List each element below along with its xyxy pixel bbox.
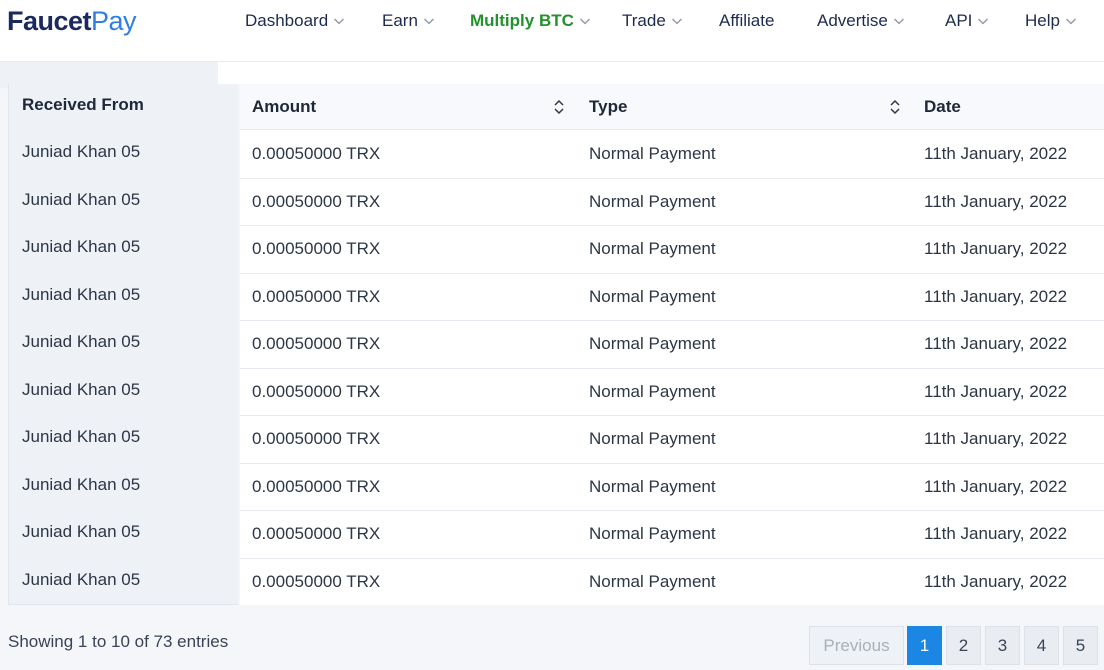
cell-date: 11th January, 2022 [924, 144, 1068, 163]
column-header-received-from[interactable]: Received From [22, 95, 144, 115]
nav-item-earn[interactable]: Earn [382, 11, 435, 31]
cell-received-from: Juniad Khan 05 [22, 332, 141, 351]
cell-type: Normal Payment [589, 524, 716, 543]
logo-text-faucet: Faucet [7, 6, 92, 36]
header-shadow-strip-right [218, 62, 1104, 84]
previous-page-button[interactable]: Previous [809, 626, 904, 665]
cell-amount: 0.00050000 TRX [252, 429, 381, 448]
cell-date: 11th January, 2022 [924, 571, 1068, 591]
cell-date: 11th January, 2022 [924, 476, 1068, 496]
logo-text-pay: Pay [91, 6, 137, 36]
cell-type: Normal Payment [589, 429, 716, 448]
chevron-down-icon [671, 15, 683, 27]
row-divider [240, 367, 1104, 369]
nav-item-trade[interactable]: Trade [622, 11, 683, 31]
nav-item-help[interactable]: Help [1025, 11, 1077, 31]
cell-date: 11th January, 2022 [924, 524, 1068, 543]
cell-type: Normal Payment [589, 476, 716, 496]
cell-amount: 0.00050000 TRX [252, 239, 381, 258]
page-button-4[interactable]: 4 [1024, 626, 1059, 665]
top-navbar: FaucetPay Dashboard Earn Multiply BTC Trade… [0, 0, 1104, 62]
chevron-down-icon [977, 15, 989, 27]
cell-date: 11th January, 2022 [924, 429, 1068, 448]
nav-item-label: API [945, 11, 973, 30]
chevron-down-icon [333, 15, 345, 27]
table-header-row [240, 84, 1104, 130]
chevron-down-icon [579, 15, 591, 27]
cell-received-from: Juniad Khan 05 [22, 284, 141, 304]
nav-item-label: Multiply BTC [470, 11, 574, 30]
chevron-down-icon [893, 15, 905, 27]
faucetpay-logo[interactable]: FaucetPay [7, 6, 137, 37]
nav-item-label: Advertise [817, 11, 888, 30]
cell-type: Normal Payment [589, 286, 716, 306]
cell-type: Normal Payment [589, 144, 716, 163]
nav-item-label: Affiliate [719, 11, 775, 30]
cell-received-from: Juniad Khan 05 [22, 474, 141, 494]
cell-amount: 0.00050000 TRX [252, 191, 381, 211]
nav-item-affiliate[interactable]: Affiliate [719, 11, 774, 31]
page-button-1[interactable]: 1 [907, 626, 942, 665]
chevron-down-icon [1065, 15, 1077, 27]
cell-amount: 0.00050000 TRX [252, 524, 381, 543]
row-divider [240, 225, 1104, 226]
row-divider [240, 320, 1104, 321]
cell-type: Normal Payment [589, 571, 716, 591]
nav-item-api[interactable]: API [945, 11, 989, 31]
column-header-amount[interactable]: Amount [252, 97, 316, 117]
row-divider [240, 557, 1104, 559]
cell-amount: 0.00050000 TRX [252, 144, 381, 163]
cell-date: 11th January, 2022 [924, 239, 1068, 258]
cell-date: 11th January, 2022 [924, 286, 1068, 306]
cell-received-from: Juniad Khan 05 [22, 569, 141, 589]
row-divider [240, 177, 1104, 179]
row-divider [240, 462, 1104, 464]
nav-item-multiply-btc[interactable]: Multiply BTC [470, 11, 591, 31]
transactions-table: Received From Amount Type Date Juniad Khan 0… [8, 84, 1104, 605]
nav-item-dashboard[interactable]: Dashboard [245, 11, 345, 31]
cell-date: 11th January, 2022 [924, 191, 1068, 211]
cell-type: Normal Payment [589, 381, 716, 401]
cell-amount: 0.00050000 TRX [252, 286, 381, 306]
entries-info: Showing 1 to 10 of 73 entries [8, 632, 229, 651]
nav-item-label: Help [1025, 11, 1060, 30]
row-divider [240, 272, 1104, 274]
cell-type: Normal Payment [589, 334, 716, 353]
cell-received-from: Juniad Khan 05 [22, 142, 141, 161]
page-button-2[interactable]: 2 [946, 626, 981, 665]
page-button-3[interactable]: 3 [985, 626, 1020, 665]
nav-item-advertise[interactable]: Advertise [817, 11, 905, 31]
sort-icon[interactable] [889, 99, 901, 115]
nav-item-label: Dashboard [245, 11, 329, 30]
page-button-5[interactable]: 5 [1063, 626, 1098, 665]
cell-received-from: Juniad Khan 05 [22, 237, 141, 256]
cell-amount: 0.00050000 TRX [252, 334, 381, 353]
cell-amount: 0.00050000 TRX [252, 476, 381, 496]
sort-icon[interactable] [553, 99, 565, 115]
cell-type: Normal Payment [589, 239, 716, 258]
cell-date: 11th January, 2022 [924, 381, 1068, 401]
cell-amount: 0.00050000 TRX [252, 381, 381, 401]
row-divider [240, 415, 1104, 416]
cell-received-from: Juniad Khan 05 [22, 189, 141, 209]
nav-item-label: Trade [622, 11, 666, 30]
chevron-down-icon [423, 15, 435, 27]
cell-received-from: Juniad Khan 05 [22, 427, 141, 446]
cell-received-from: Juniad Khan 05 [22, 522, 141, 541]
nav-item-label: Earn [382, 11, 418, 30]
row-divider [240, 510, 1104, 511]
cell-amount: 0.00050000 TRX [252, 571, 381, 591]
cell-type: Normal Payment [589, 191, 716, 211]
cell-date: 11th January, 2022 [924, 334, 1068, 353]
cell-received-from: Juniad Khan 05 [22, 379, 141, 399]
column-header-type[interactable]: Type [589, 97, 627, 117]
column-header-date[interactable]: Date [924, 97, 961, 117]
